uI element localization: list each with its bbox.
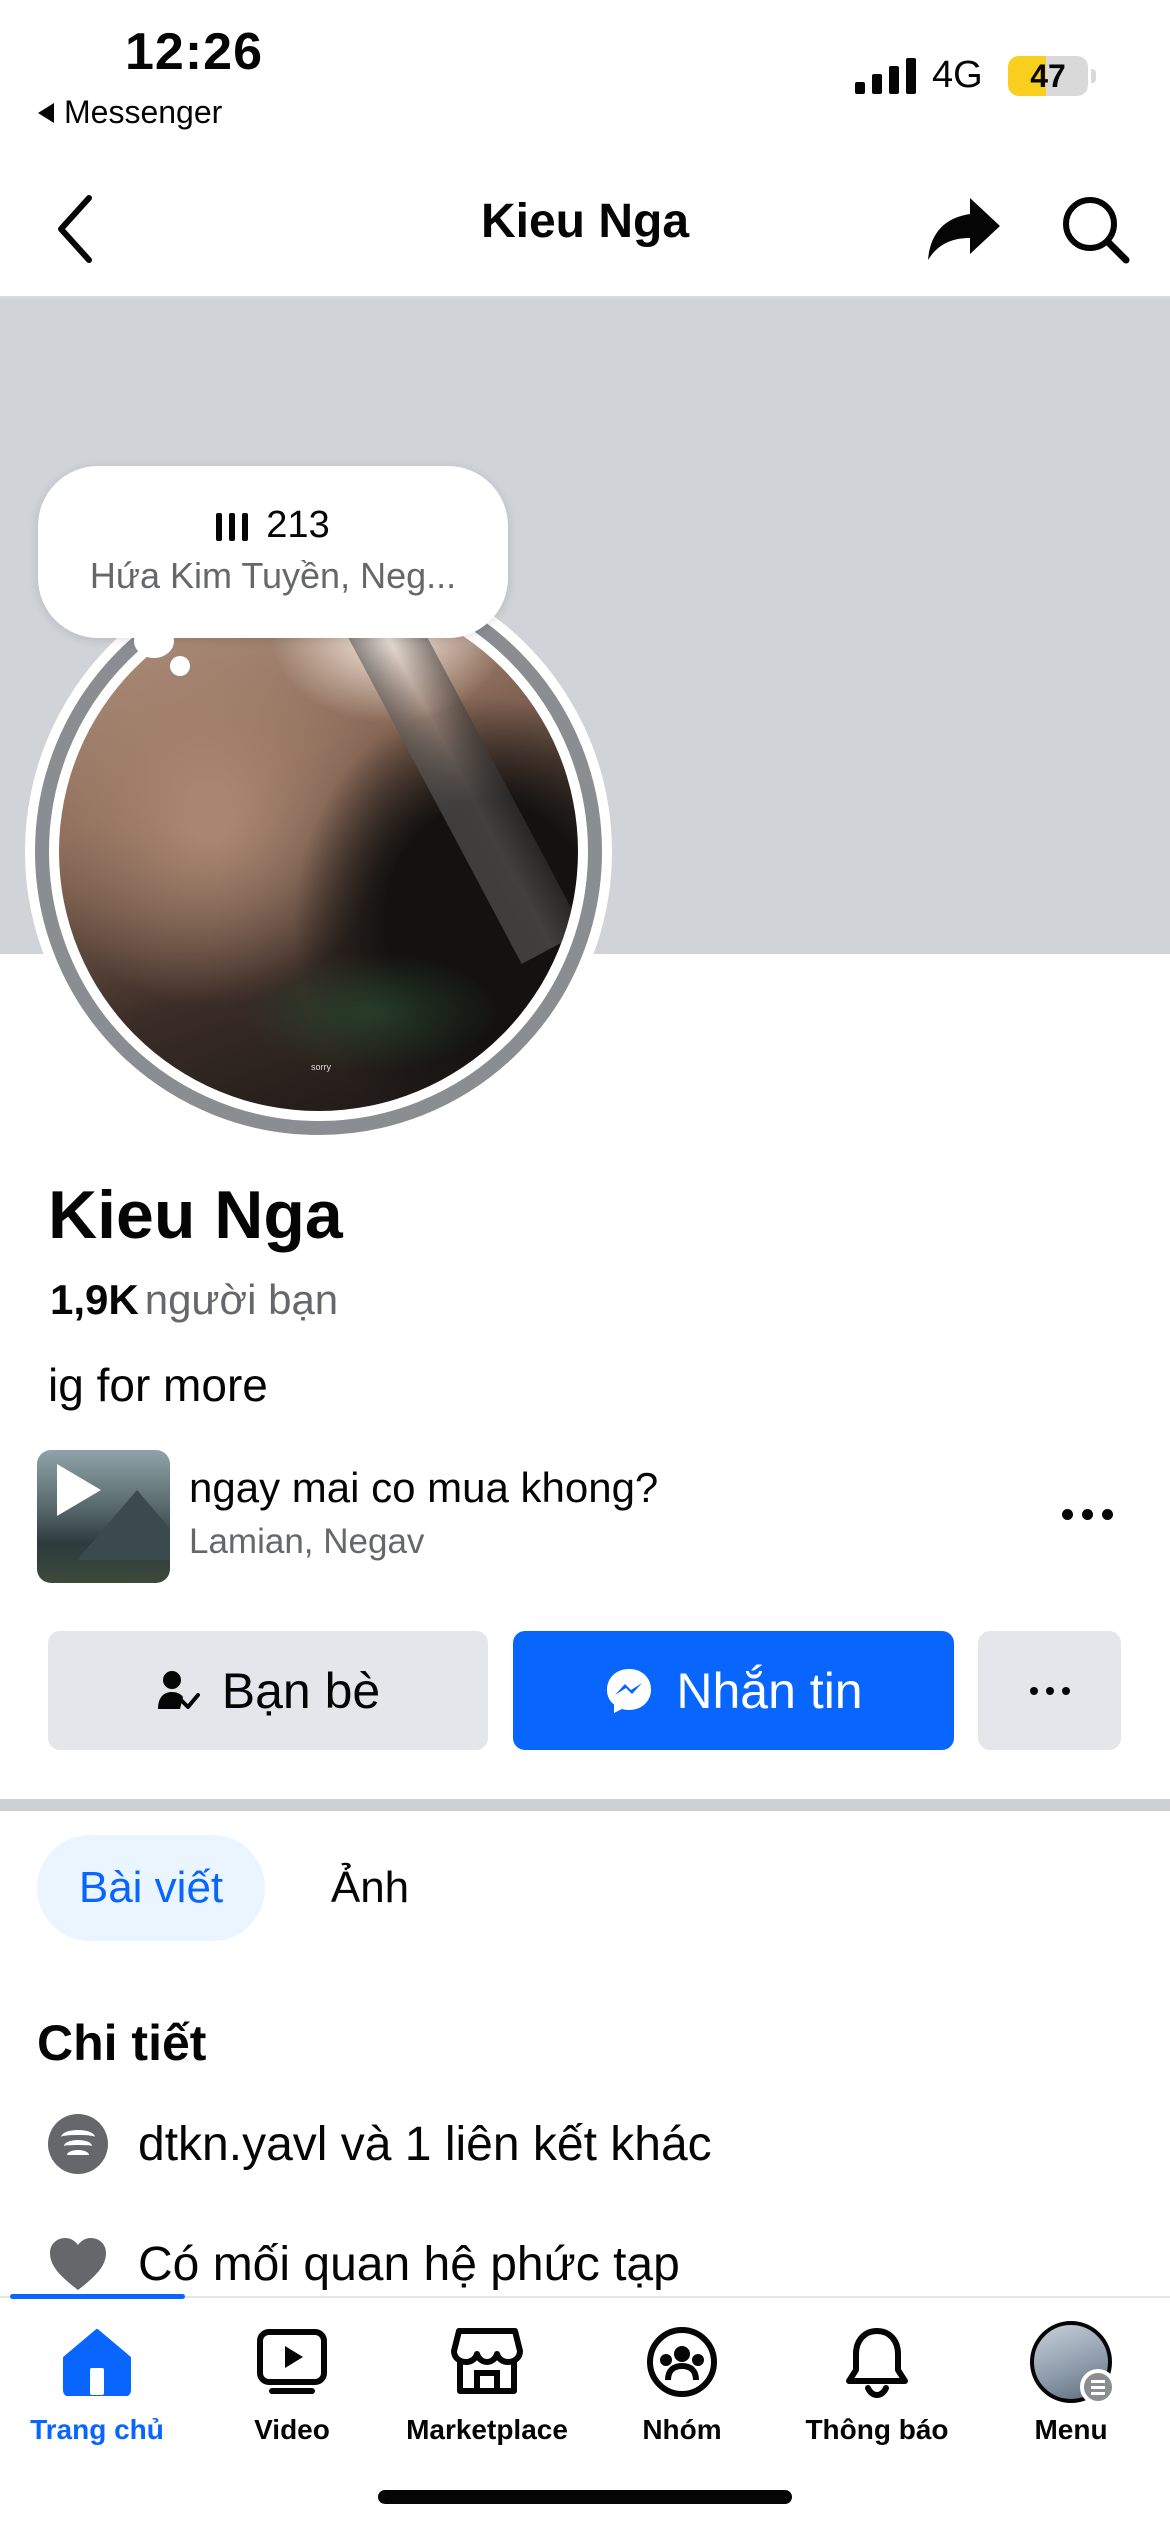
song-artist: Lamian, Negav	[189, 1522, 425, 1561]
music-note-bubble[interactable]: 213 Hứa Kim Tuyền, Neg...	[38, 466, 508, 638]
spotify-icon	[48, 2114, 108, 2174]
profile-music[interactable]: ngay mai co mua khong? Lamian, Negav	[37, 1450, 1137, 1584]
nav-video[interactable]: Video	[197, 2322, 387, 2446]
tab-posts[interactable]: Bài viết	[37, 1835, 265, 1941]
status-time: 12:26	[125, 23, 263, 81]
note-bubble-tail-small	[170, 656, 190, 676]
note-artist: Hứa Kim Tuyền, Neg...	[89, 555, 457, 596]
active-tab-indicator	[10, 2294, 185, 2299]
album-art[interactable]	[37, 1450, 170, 1583]
nav-video-label: Video	[254, 2414, 330, 2445]
detail-relationship-row: Có mối quan hệ phức tạp	[48, 2224, 680, 2304]
equalizer-icon	[216, 511, 249, 541]
menu-icon	[1080, 2369, 1116, 2405]
groups-icon	[647, 2327, 717, 2397]
note-count-row: 213	[38, 504, 508, 547]
more-options-icon[interactable]	[1047, 1484, 1127, 1544]
bell-icon	[846, 2328, 908, 2398]
back-triangle-icon	[38, 102, 54, 123]
cellular-signal-icon	[855, 58, 916, 94]
profile-name: Kieu Nga	[48, 1177, 343, 1253]
profile-header: Kieu Nga	[0, 160, 1170, 298]
share-icon	[928, 198, 1000, 260]
share-button[interactable]	[924, 184, 1004, 274]
friends-button[interactable]: Bạn bè	[48, 1631, 488, 1750]
back-to-app-link[interactable]: Messenger	[38, 94, 222, 131]
note-count: 213	[266, 504, 330, 546]
nav-home[interactable]: Trang chủ	[2, 2322, 192, 2446]
detail-links-row[interactable]: dtkn.yavl và 1 liên kết khác	[48, 2104, 712, 2184]
song-title: ngay mai co mua khong?	[189, 1464, 659, 1511]
avatar-caption: sorry	[311, 1062, 331, 1072]
battery-tip	[1091, 69, 1096, 83]
battery-icon: 47	[1008, 56, 1088, 96]
play-icon	[57, 1464, 101, 1516]
friends-button-label: Bạn bè	[221, 1662, 381, 1719]
friend-count: 1,9K	[50, 1276, 139, 1323]
nav-menu[interactable]: Menu	[976, 2321, 1166, 2446]
nav-marketplace[interactable]: Marketplace	[392, 2322, 582, 2446]
messenger-icon	[607, 1668, 652, 1713]
back-app-label: Messenger	[64, 94, 223, 130]
profile-avatar-small	[1030, 2321, 1116, 2405]
nav-notifications[interactable]: Thông báo	[782, 2322, 972, 2446]
nav-groups-label: Nhóm	[642, 2414, 722, 2445]
video-icon	[257, 2329, 327, 2394]
home-icon	[63, 2329, 131, 2396]
nav-marketplace-label: Marketplace	[406, 2414, 568, 2445]
more-dot	[1061, 1686, 1070, 1695]
nav-groups[interactable]: Nhóm	[587, 2322, 777, 2446]
detail-relationship-text: Có mối quan hệ phức tạp	[138, 2237, 680, 2291]
more-actions-button[interactable]	[978, 1631, 1121, 1750]
profile-bio: ig for more	[48, 1359, 268, 1411]
avatar-photo: sorry	[59, 592, 578, 1111]
friend-count-label: người bạn	[144, 1276, 339, 1323]
message-button[interactable]: Nhắn tin	[513, 1631, 954, 1750]
status-bar: 12:26 Messenger 4G 47	[0, 0, 1170, 150]
nav-notifications-label: Thông báo	[805, 2414, 949, 2445]
friend-check-icon	[157, 1670, 200, 1709]
details-heading: Chi tiết	[37, 2015, 207, 2071]
avatar-photo-leaves	[239, 952, 499, 1072]
tab-photos[interactable]: Ảnh	[300, 1835, 440, 1941]
heart-icon	[50, 2238, 106, 2290]
marketplace-icon	[451, 2328, 523, 2394]
search-button[interactable]	[1055, 184, 1135, 274]
note-bubble-tail	[134, 624, 174, 658]
more-dot	[1045, 1686, 1054, 1695]
friend-count-link[interactable]: 1,9K người bạn	[50, 1276, 338, 1324]
section-divider	[0, 1799, 1170, 1811]
nav-menu-label: Menu	[1034, 2414, 1108, 2445]
message-button-label: Nhắn tin	[676, 1662, 863, 1719]
profile-avatar[interactable]: sorry	[25, 558, 612, 1145]
network-type: 4G	[932, 54, 983, 96]
home-indicator	[378, 2490, 792, 2504]
detail-links-text: dtkn.yavl và 1 liên kết khác	[138, 2117, 712, 2171]
search-icon	[1063, 197, 1130, 264]
more-dot	[1029, 1686, 1038, 1695]
nav-home-label: Trang chủ	[30, 2414, 164, 2445]
battery-percent: 47	[1030, 58, 1066, 94]
